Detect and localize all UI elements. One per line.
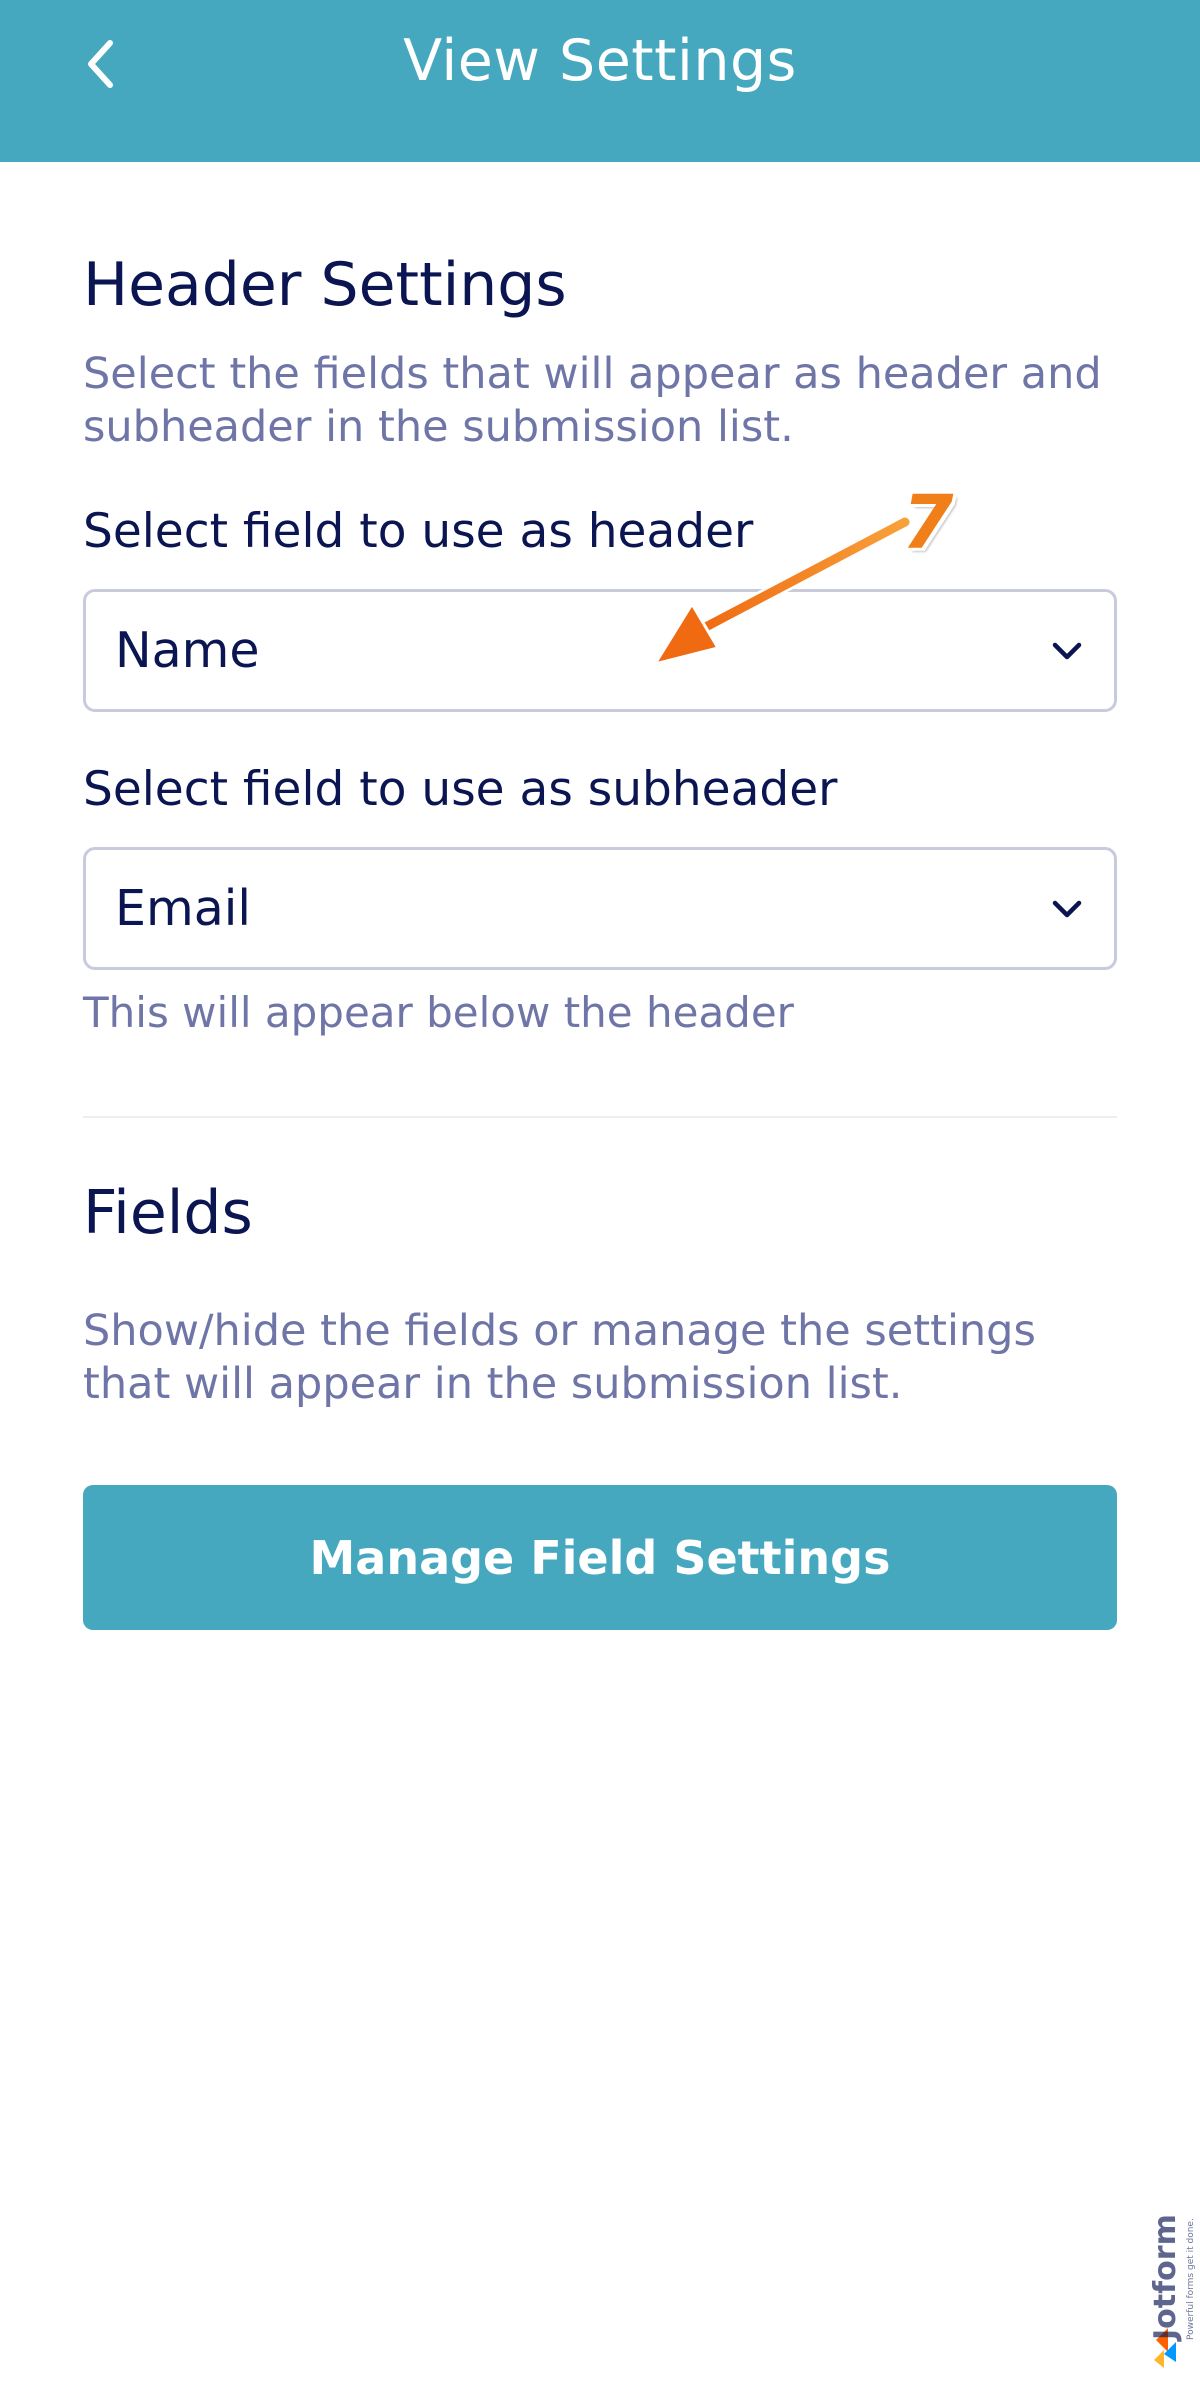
header-settings-title: Header Settings	[83, 250, 567, 320]
manage-field-settings-button[interactable]: Manage Field Settings	[83, 1485, 1117, 1630]
section-divider	[83, 1116, 1117, 1118]
header-field-label: Select field to use as header	[83, 504, 754, 559]
fields-section-title: Fields	[83, 1178, 253, 1248]
watermark-tagline: Powerful forms get it done.	[1186, 2218, 1196, 2340]
watermark-brand: Jotform	[1148, 2214, 1183, 2340]
chevron-down-icon	[1052, 900, 1082, 917]
chevron-down-icon	[1052, 642, 1082, 659]
subheader-helper-text: This will appear below the header	[83, 988, 794, 1037]
header-field-value: Name	[115, 622, 260, 679]
fields-section-description: Show/hide the fields or manage the setti…	[83, 1306, 1036, 1409]
subheader-field-value: Email	[115, 880, 251, 937]
subheader-field-label: Select field to use as subheader	[83, 762, 838, 817]
top-app-bar: View Settings	[0, 0, 1200, 162]
subheader-field-select[interactable]: Email	[83, 847, 1117, 970]
header-field-select[interactable]: Name	[83, 589, 1117, 712]
annotation-step-number: 7	[902, 480, 954, 566]
header-settings-description: Select the fields that will appear as he…	[83, 349, 1102, 452]
page-title: View Settings	[403, 28, 797, 94]
